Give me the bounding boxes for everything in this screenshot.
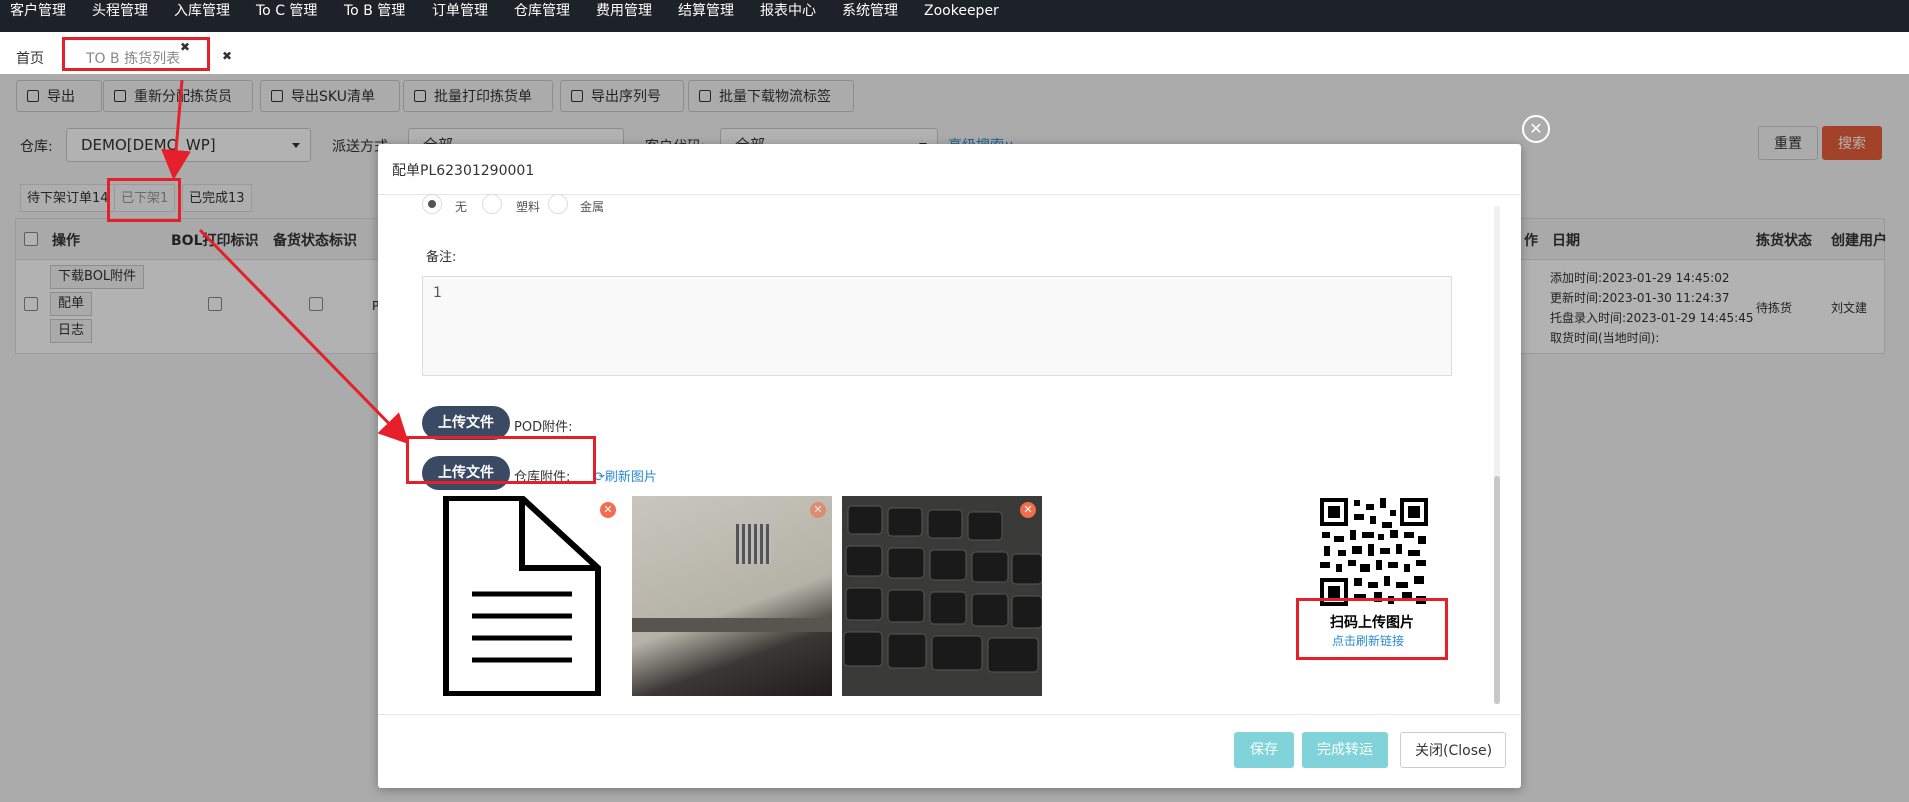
annotation-arrows [161, 79, 410, 445]
